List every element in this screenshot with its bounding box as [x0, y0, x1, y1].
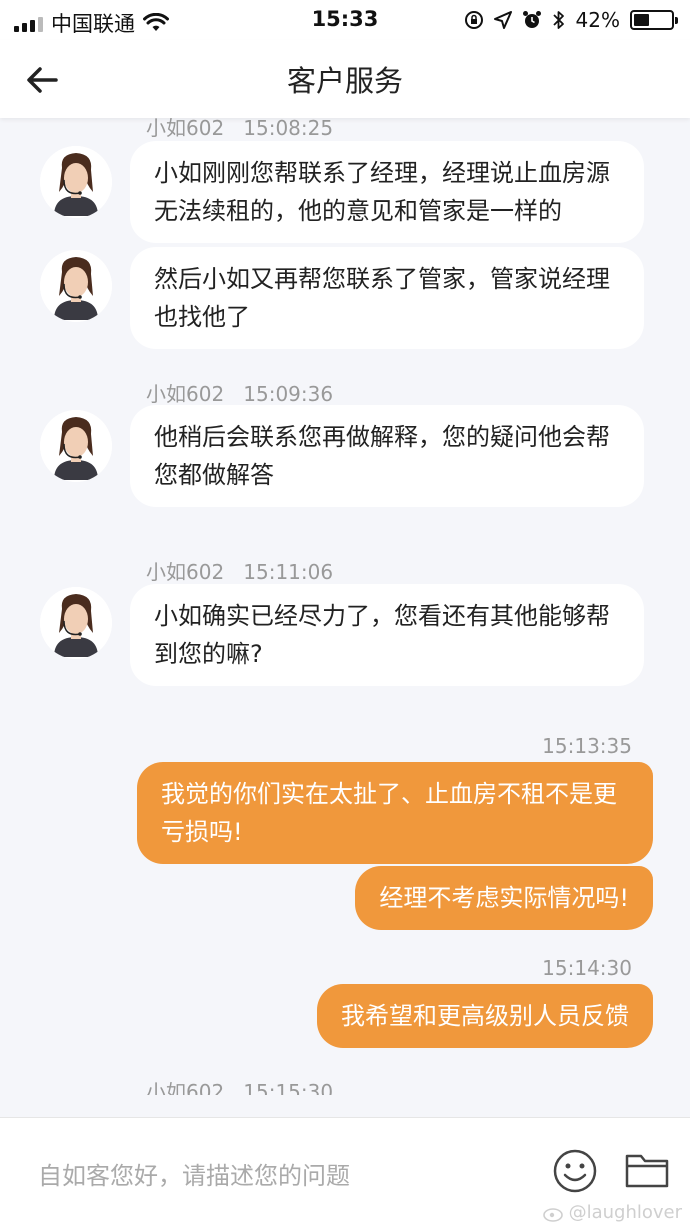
- message-meta: 小如602 15:09:36: [146, 378, 333, 407]
- message-time: 15:14:30: [542, 956, 632, 980]
- message-text: 他稍后会联系您再做解释，您的疑问他会帮您都做解答: [154, 423, 610, 489]
- agent-portrait-icon: [40, 587, 112, 659]
- message-text: 经理不考虑实际情况吗!: [379, 884, 629, 912]
- sender-name: 小如602: [146, 1080, 225, 1095]
- weibo-logo-icon: [542, 1207, 563, 1222]
- location-arrow-icon: [493, 11, 512, 29]
- message-text: 然后小如又再帮您联系了管家，管家说经理也找他了: [154, 265, 610, 331]
- agent-portrait-icon: [40, 410, 112, 482]
- incoming-message-bubble: 他稍后会联系您再做解释，您的疑问他会帮您都做解答: [130, 405, 644, 507]
- outgoing-message-bubble: 我觉的你们实在太扯了、止血房不租不是更亏损吗!: [137, 762, 653, 864]
- agent-avatar: [40, 250, 112, 322]
- bluetooth-icon: [552, 11, 564, 29]
- message-text: 我觉的你们实在太扯了、止血房不租不是更亏损吗!: [161, 780, 617, 846]
- message-meta: 小如602 15:15:30: [146, 1076, 333, 1095]
- message-text: 我希望和更高级别人员反馈: [341, 1002, 629, 1030]
- agent-avatar: [40, 587, 112, 659]
- message-time: 15:13:35: [542, 734, 632, 758]
- sender-name: 小如602: [146, 560, 225, 584]
- message-time: 15:11:06: [243, 560, 334, 584]
- message-text: 小如确实已经尽力了，您看还有其他能够帮到您的嘛?: [154, 602, 610, 668]
- status-bar: 中国联通 15:33 42%: [0, 0, 690, 40]
- battery-icon: [630, 10, 678, 30]
- message-meta: 小如602 15:08:25: [146, 118, 333, 141]
- message-input-bar: 自如客您好，请描述您的问题 @laughlover: [0, 1117, 690, 1227]
- message-time: 15:15:30: [243, 1080, 334, 1095]
- watermark: @laughlover: [542, 1202, 682, 1223]
- incoming-message-bubble: 然后小如又再帮您联系了管家，管家说经理也找他了: [130, 247, 644, 349]
- status-right: 42%: [464, 8, 678, 32]
- agent-portrait-icon: [40, 146, 112, 218]
- message-time: 15:08:25: [243, 118, 334, 140]
- chat-area[interactable]: 小如602 15:08:25 小如刚刚您帮联系了经理，经理说止血房源无法续租的，…: [0, 118, 690, 1095]
- incoming-message-bubble: 小如确实已经尽力了，您看还有其他能够帮到您的嘛?: [130, 584, 644, 686]
- sender-name: 小如602: [146, 118, 225, 140]
- battery-level: [634, 14, 649, 26]
- message-meta: 小如602 15:11:06: [146, 556, 333, 585]
- battery-percent: 42%: [575, 8, 620, 32]
- rotation-lock-icon: [464, 11, 483, 29]
- navigation-bar: 客户服务: [0, 40, 690, 118]
- agent-portrait-icon: [40, 250, 112, 322]
- message-input[interactable]: 自如客您好，请描述您的问题: [38, 1156, 350, 1191]
- message-time: 15:09:36: [243, 382, 334, 406]
- outgoing-message-bubble: 我希望和更高级别人员反馈: [317, 984, 653, 1048]
- page-title: 客户服务: [286, 64, 403, 98]
- outgoing-message-bubble: 经理不考虑实际情况吗!: [355, 866, 653, 930]
- sender-name: 小如602: [146, 382, 225, 406]
- watermark-text: @laughlover: [568, 1202, 682, 1223]
- agent-avatar: [40, 146, 112, 218]
- incoming-message-bubble: 小如刚刚您帮联系了经理，经理说止血房源无法续租的，他的意见和管家是一样的: [130, 141, 644, 243]
- agent-avatar: [40, 410, 112, 482]
- alarm-icon: [522, 11, 541, 28]
- message-text: 小如刚刚您帮联系了经理，经理说止血房源无法续租的，他的意见和管家是一样的: [154, 159, 610, 225]
- smiley-icon[interactable]: [552, 1148, 598, 1194]
- folder-icon[interactable]: [624, 1150, 670, 1190]
